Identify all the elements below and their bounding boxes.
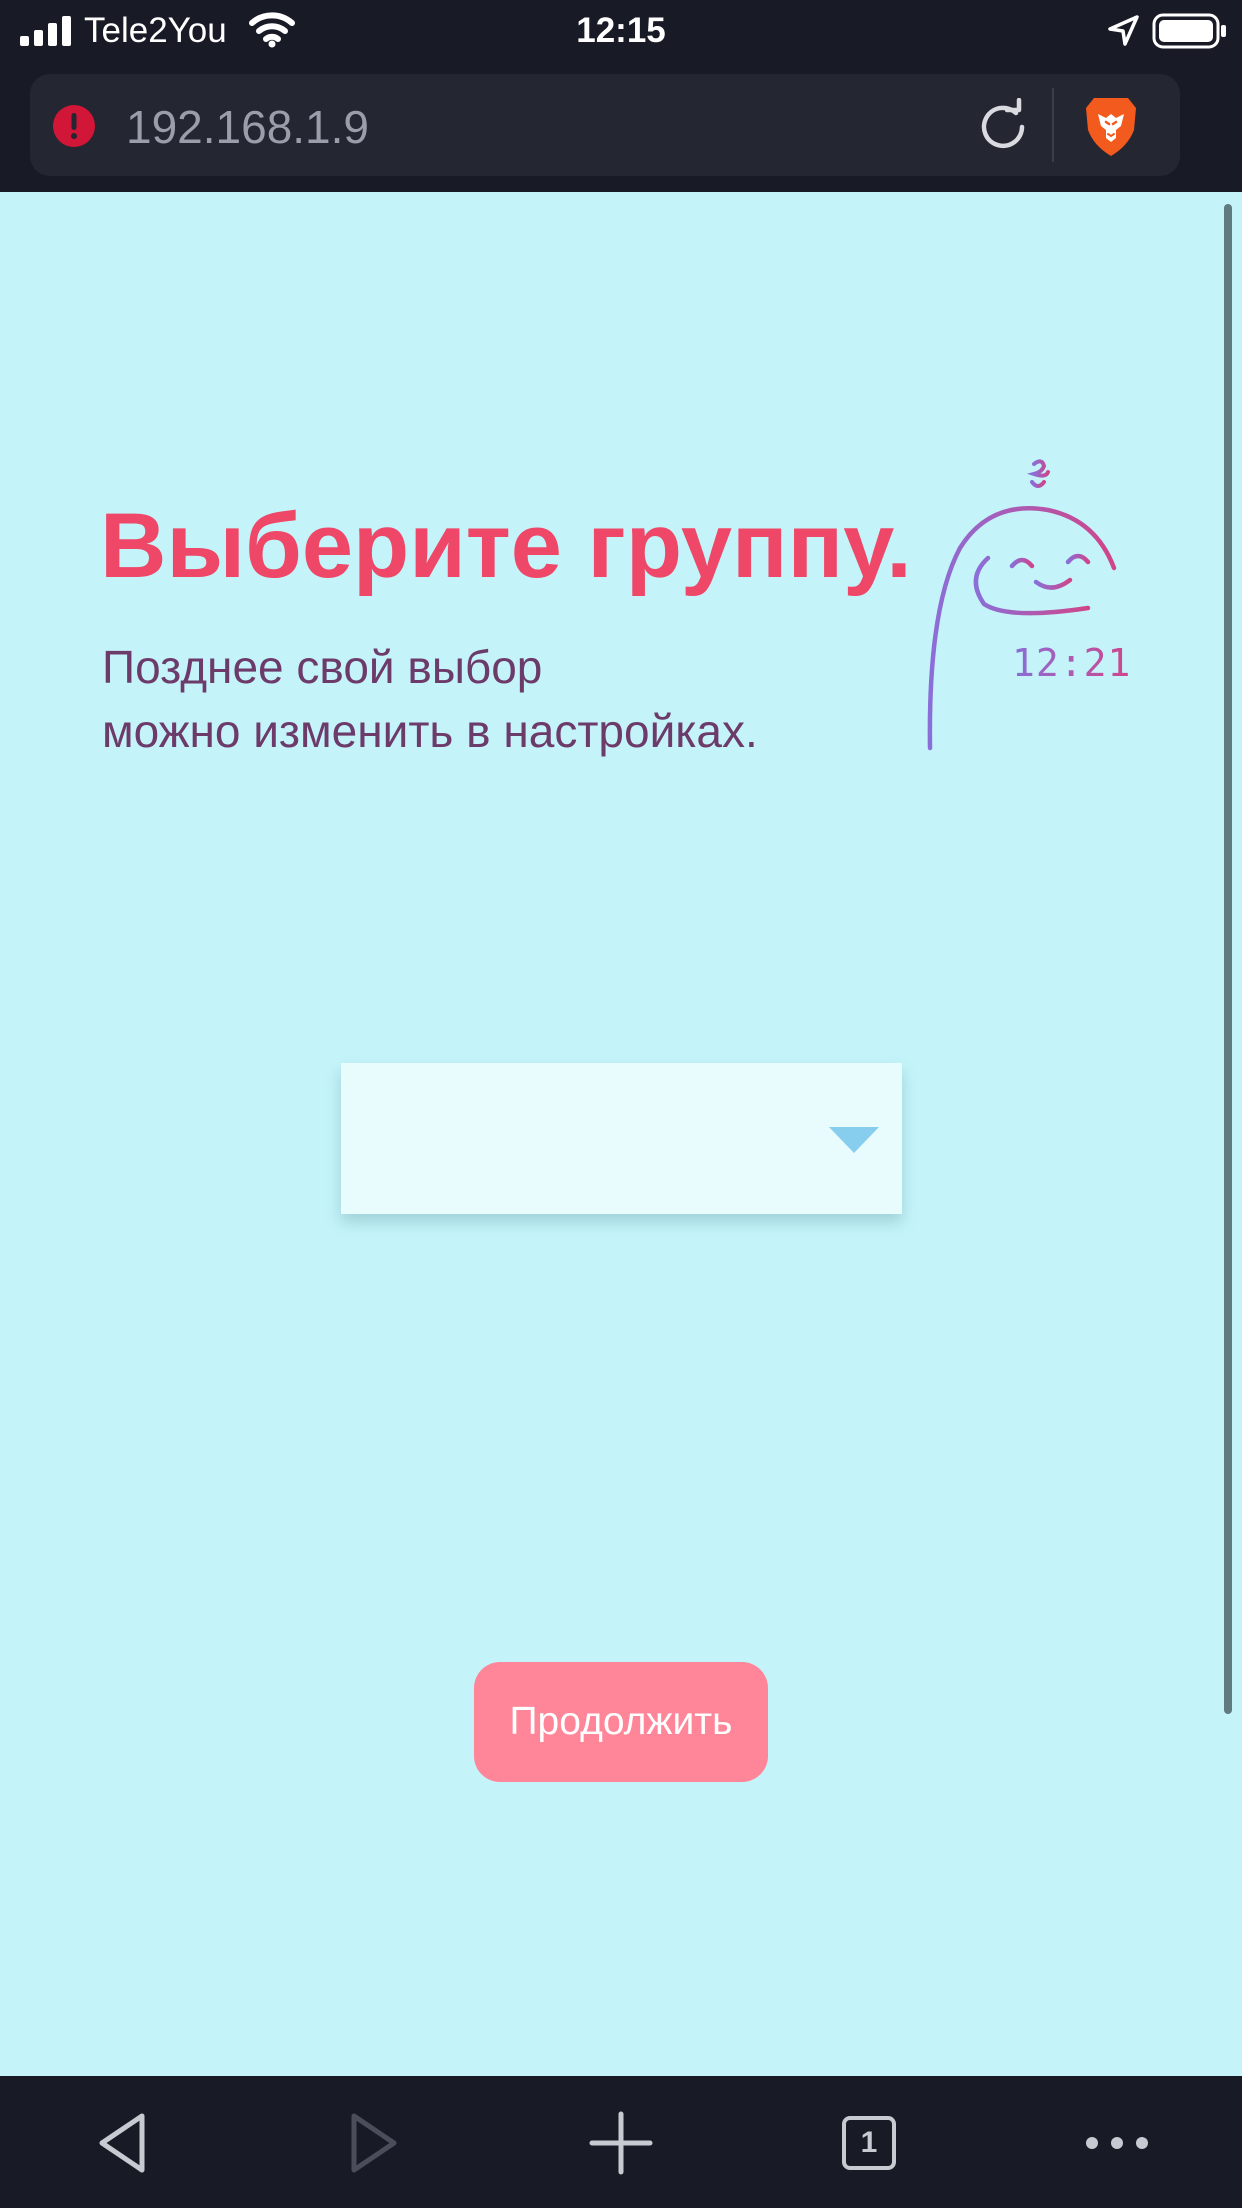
url-divider bbox=[1052, 88, 1054, 162]
subtitle-line-2: можно изменить в настройках. bbox=[102, 705, 758, 757]
screen: Tele2You 12:15 192.168.1.9 Выберите груп… bbox=[0, 0, 1242, 2208]
browser-top-bar: 192.168.1.9 bbox=[0, 62, 1242, 192]
subtitle-line-1: Позднее свой выбор bbox=[102, 641, 543, 693]
brave-lion-icon[interactable] bbox=[1082, 94, 1140, 158]
reload-icon[interactable] bbox=[974, 98, 1032, 156]
url-field[interactable]: 192.168.1.9 bbox=[30, 74, 1180, 176]
page-subtitle: Позднее свой выбор можно изменить в наст… bbox=[102, 635, 758, 763]
page-content: Выберите группу. Позднее свой выбор можн… bbox=[0, 192, 1242, 2076]
plus-icon[interactable] bbox=[586, 2108, 656, 2178]
group-select-dropdown[interactable] bbox=[341, 1063, 902, 1214]
battery-icon bbox=[1152, 13, 1226, 49]
forward-icon[interactable] bbox=[336, 2108, 406, 2178]
back-icon[interactable] bbox=[90, 2108, 160, 2178]
location-arrow-icon bbox=[1108, 15, 1139, 46]
tabs-icon[interactable]: 1 bbox=[834, 2108, 904, 2178]
browser-bottom-toolbar: 1 bbox=[0, 2076, 1242, 2208]
url-text[interactable]: 192.168.1.9 bbox=[126, 102, 369, 152]
status-bar: Tele2You 12:15 bbox=[0, 0, 1242, 62]
status-time: 12:15 bbox=[576, 11, 666, 50]
mascot-logo-text: 12:21 bbox=[1012, 641, 1131, 685]
more-icon[interactable] bbox=[1082, 2108, 1152, 2178]
page-title: Выберите группу. bbox=[100, 495, 912, 597]
chevron-down-icon bbox=[829, 1127, 879, 1153]
scrollbar[interactable] bbox=[1224, 204, 1232, 1714]
alert-icon[interactable] bbox=[52, 104, 96, 148]
continue-button[interactable]: Продолжить bbox=[474, 1662, 768, 1782]
tab-count: 1 bbox=[842, 2116, 896, 2170]
mascot-logo: 12:21 bbox=[927, 459, 1131, 751]
